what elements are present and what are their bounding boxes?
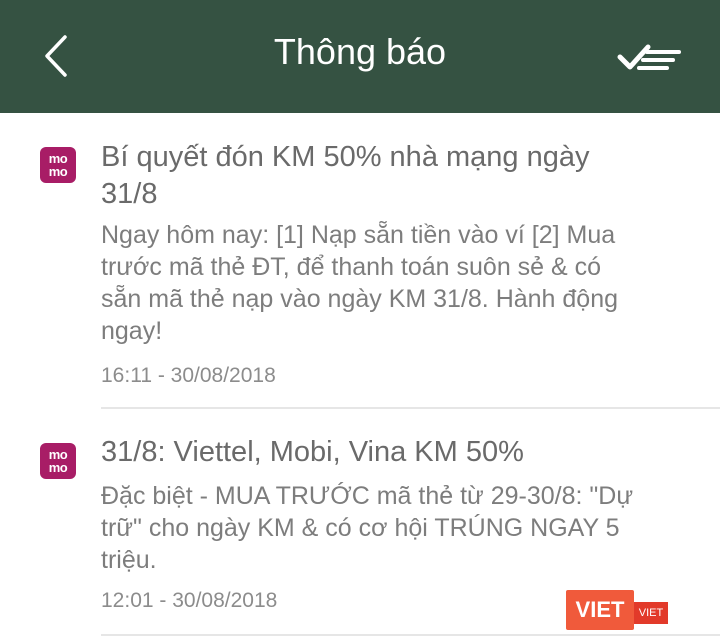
notification-timestamp: 12:01 - 30/08/2018 <box>101 589 278 612</box>
momo-logo-icon: mo mo <box>40 147 76 183</box>
notification-title: Bí quyết đón KM 50% nhà mạng ngày 31/8 <box>101 141 590 210</box>
mark-all-read-icon <box>617 44 681 70</box>
notification-body: Ngay hôm nay: [1] Nạp sẵn tiền vào ví [2… <box>101 221 619 345</box>
divider <box>101 407 720 409</box>
watermark-subtext: VIET <box>634 602 668 624</box>
notification-item[interactable]: mo mo Bí quyết đón KM 50% nhà mạng ngày … <box>0 113 720 410</box>
mark-all-read-button[interactable] <box>614 34 686 78</box>
divider <box>101 634 720 636</box>
top-app-bar: Thông báo <box>0 0 720 113</box>
watermark-text: VIET <box>566 590 634 630</box>
momo-logo-icon: mo mo <box>40 443 76 479</box>
page-title: Thông báo <box>273 31 447 72</box>
notification-timestamp: 16:11 - 30/08/2018 <box>101 364 276 387</box>
notification-body: Đặc biệt - MUA TRƯỚC mã thẻ từ 29-30/8: … <box>101 482 634 574</box>
notification-title: 31/8: Viettel, Mobi, Vina KM 50% <box>101 436 524 468</box>
watermark-logo: VIET VIET <box>566 590 670 630</box>
